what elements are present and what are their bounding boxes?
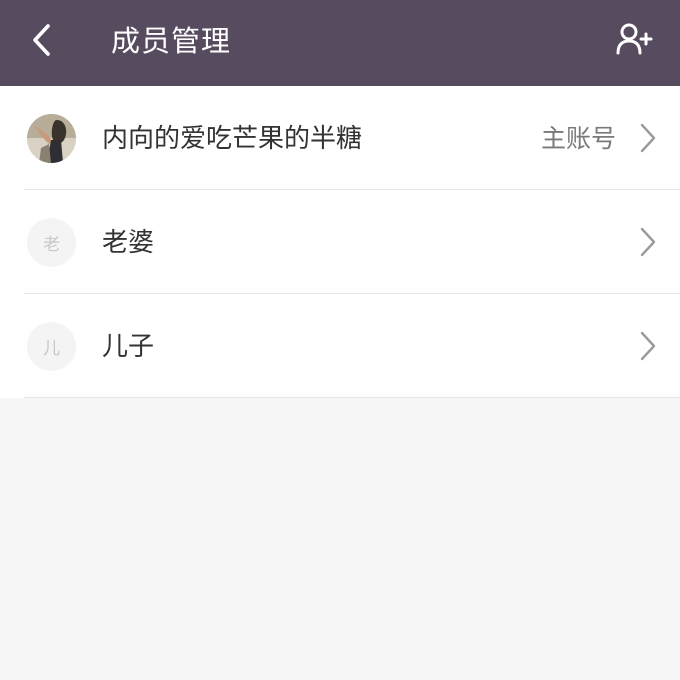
member-name: 老婆: [102, 228, 155, 258]
member-row-son[interactable]: 儿 儿子: [0, 294, 680, 398]
app-header: 成员管理: [0, 0, 680, 86]
avatar: [27, 114, 76, 163]
primary-account-badge: 主账号: [540, 124, 616, 153]
member-name: 儿子: [102, 332, 155, 362]
page-title: 成员管理: [111, 24, 232, 58]
back-button[interactable]: [22, 20, 62, 60]
add-member-button[interactable]: [612, 18, 658, 60]
chevron-right-icon: [640, 331, 656, 361]
chevron-right-icon: [640, 227, 656, 257]
member-name: 内向的爱吃芒果的半糖: [102, 124, 363, 154]
member-list: 内向的爱吃芒果的半糖 主账号 老 老婆 儿 儿子: [0, 86, 680, 398]
add-member-icon: [616, 23, 653, 55]
member-row-wife[interactable]: 老 老婆: [0, 190, 680, 294]
avatar: 儿: [27, 322, 76, 371]
chevron-left-icon: [33, 24, 50, 56]
member-row-primary[interactable]: 内向的爱吃芒果的半糖 主账号: [0, 86, 680, 190]
chevron-right-icon: [640, 123, 656, 153]
avatar-photo: [27, 114, 76, 163]
divider: [24, 397, 680, 398]
avatar: 老: [27, 218, 76, 267]
